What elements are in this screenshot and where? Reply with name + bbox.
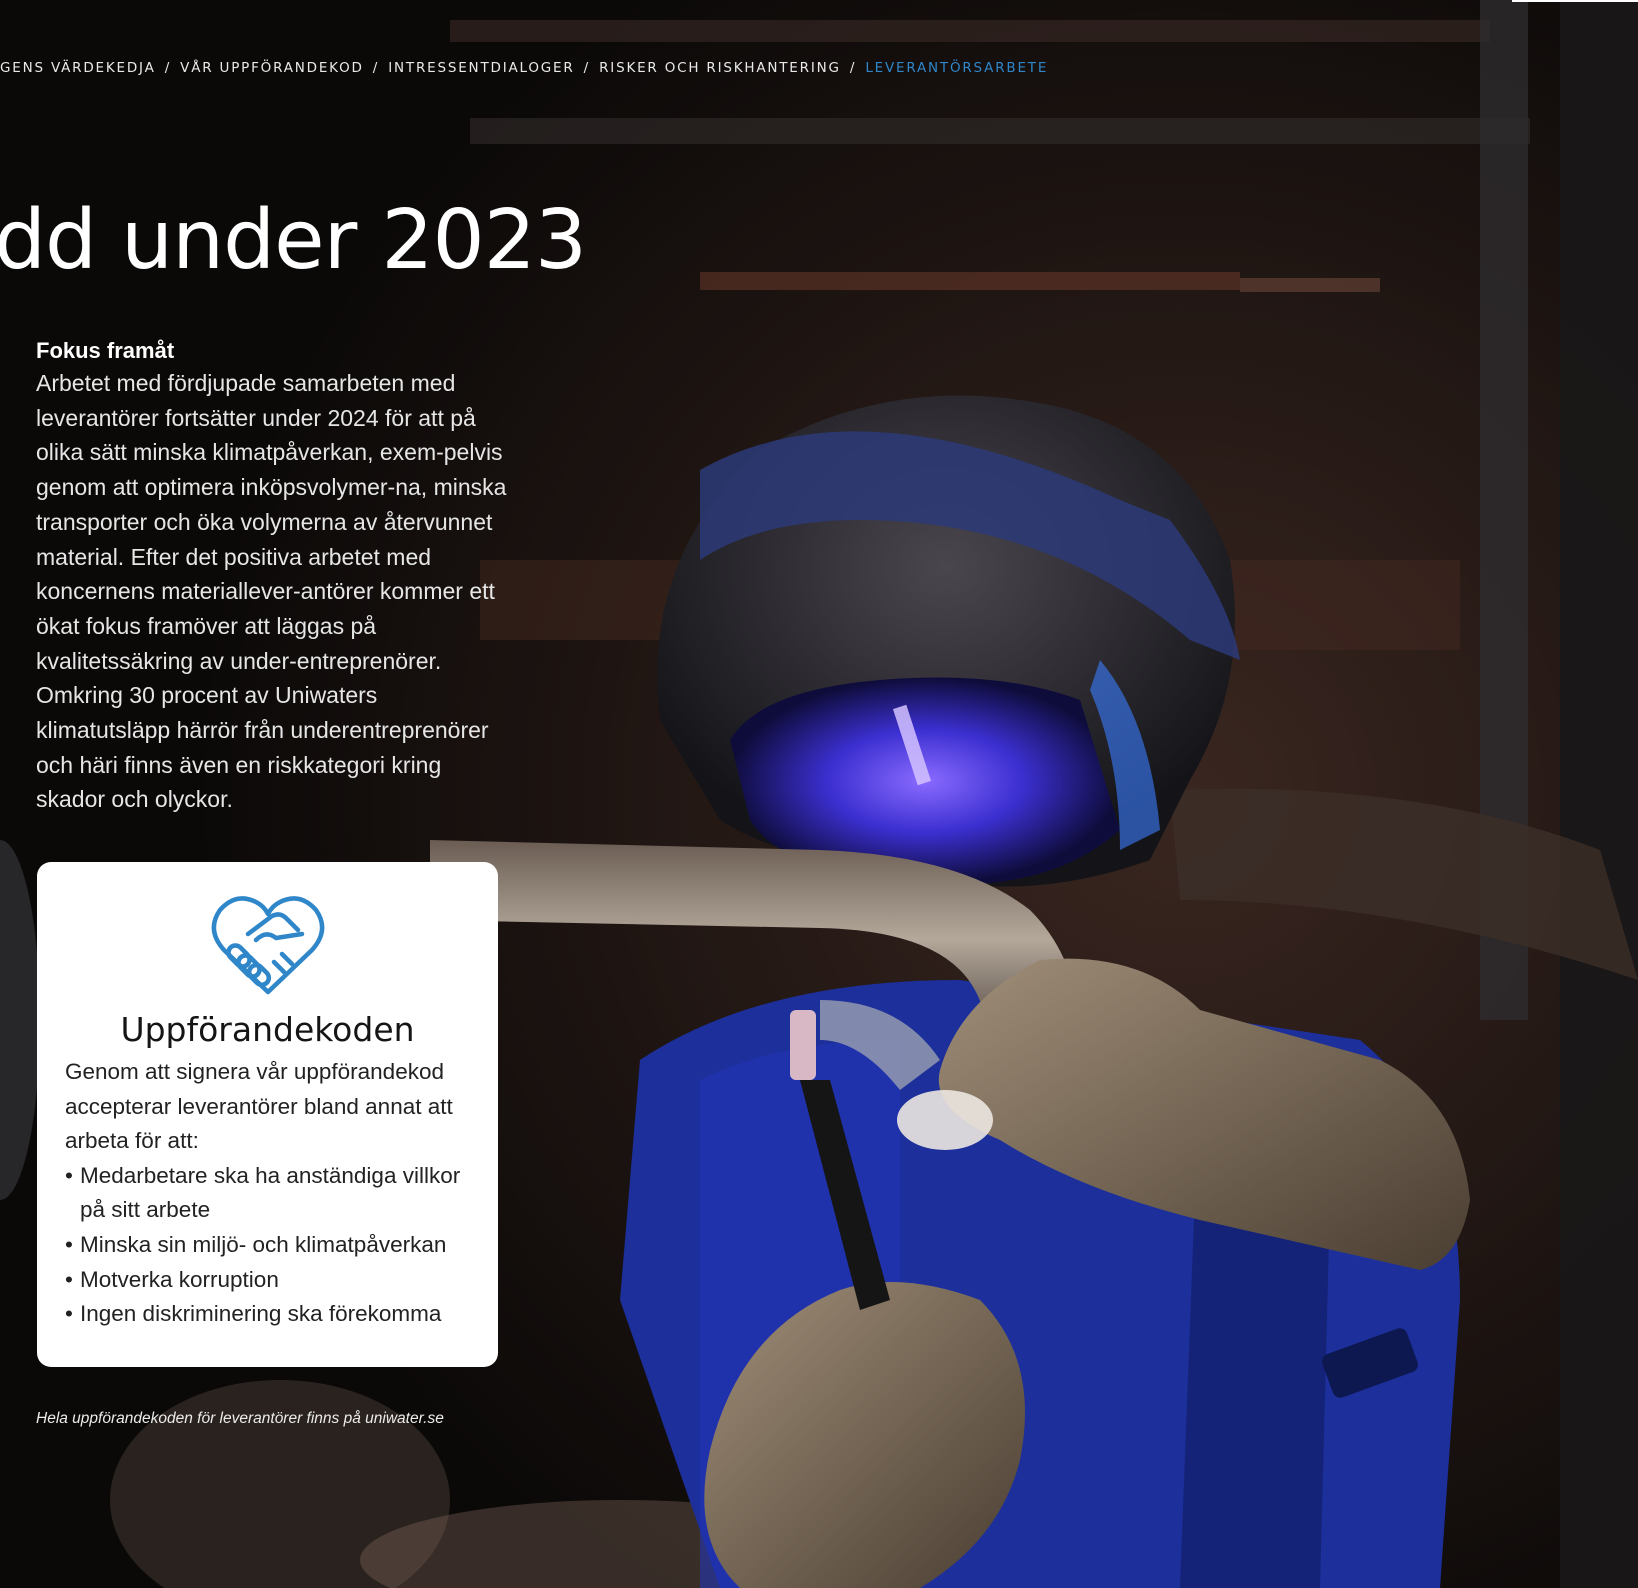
card-bullet-list: Medarbetare ska ha anständiga villkor på… (65, 1159, 470, 1332)
top-right-rule (1512, 0, 1638, 2)
list-item: Motverka korruption (65, 1263, 470, 1298)
fokus-body: Arbetet med fördjupade samarbeten med le… (36, 370, 507, 813)
breadcrumb-separator: / (372, 60, 380, 76)
fokus-section: Fokus framåt Arbetet med fördjupade sama… (36, 338, 516, 817)
card-title: Uppförandekoden (120, 1010, 415, 1049)
breadcrumb-item[interactable]: GENS VÄRDEKEDJA (0, 60, 156, 76)
breadcrumb-separator: / (849, 60, 857, 76)
list-item: Medarbetare ska ha anständiga villkor på… (65, 1159, 470, 1228)
fokus-title: Fokus framåt (36, 338, 175, 363)
breadcrumb: GENS VÄRDEKEDJA / VÅR UPPFÖRANDEKOD / IN… (0, 60, 1048, 76)
breadcrumb-separator: / (583, 60, 591, 76)
breadcrumb-item[interactable]: INTRESSENTDIALOGER (388, 60, 574, 76)
code-of-conduct-card: Uppförandekoden Genom att signera vår up… (37, 862, 498, 1367)
breadcrumb-item[interactable]: RISKER OCH RISKHANTERING (599, 60, 841, 76)
breadcrumb-current[interactable]: LEVERANTÖRSARBETE (865, 60, 1048, 76)
list-item: Minska sin miljö- och klimatpåverkan (65, 1228, 470, 1263)
card-intro: Genom att signera vår uppförandekod acce… (65, 1059, 453, 1154)
heart-handshake-icon (211, 896, 324, 995)
breadcrumb-item[interactable]: VÅR UPPFÖRANDEKOD (180, 60, 364, 76)
footnote: Hela uppförandekoden för leverantörer fi… (36, 1409, 444, 1427)
breadcrumb-separator: / (164, 60, 172, 76)
page-heading: dd under 2023 (0, 193, 587, 288)
list-item: Ingen diskriminering ska förekomma (65, 1297, 470, 1332)
